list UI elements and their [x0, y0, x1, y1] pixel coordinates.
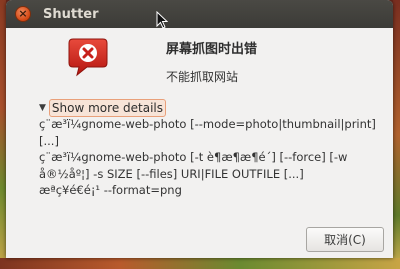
- desktop-background-bottom: [0, 258, 400, 269]
- close-icon: ×: [18, 7, 28, 20]
- error-speech-bubble-icon: [68, 38, 108, 77]
- error-dialog: × Shutter 屏幕抓图时出错 不能抓取网站 ▼ Show more det…: [6, 0, 393, 258]
- desktop-background-right: [393, 0, 400, 269]
- show-more-details-expander[interactable]: ▼ Show more details: [39, 99, 166, 117]
- title-bar[interactable]: × Shutter: [6, 0, 393, 28]
- window-title: Shutter: [43, 6, 99, 22]
- cancel-button[interactable]: 取消(C): [306, 227, 384, 252]
- details-line: ç¨æ³ï¼gnome-web-photo [--mode=photo|thum…: [39, 117, 376, 148]
- details-line: æªç¥é€é¡¹ --format=png: [39, 183, 182, 197]
- dialog-heading: 屏幕抓图时出错: [166, 42, 258, 57]
- dialog-subheading: 不能抓取网站: [166, 70, 239, 84]
- expander-arrow-icon: ▼: [39, 103, 46, 113]
- close-window-button[interactable]: ×: [15, 6, 31, 22]
- mouse-pointer-icon: [156, 11, 168, 29]
- expander-label[interactable]: Show more details: [48, 99, 166, 117]
- error-details-text: ç¨æ³ï¼gnome-web-photo [--mode=photo|thum…: [39, 116, 384, 199]
- details-line: ç¨æ³ï¼gnome-web-photo [-t è¶æ¶æ¶é´] [--f…: [39, 150, 348, 181]
